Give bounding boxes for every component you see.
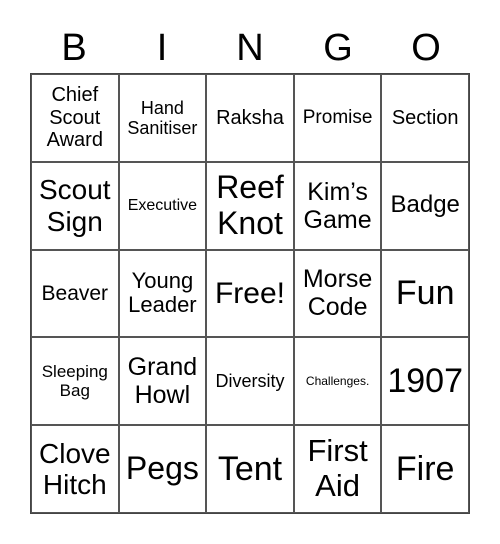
bingo-cell[interactable]: Beaver bbox=[31, 249, 119, 338]
bingo-cell[interactable]: Hand Sanitiser bbox=[118, 74, 207, 162]
bingo-cell[interactable]: Scout Sign bbox=[31, 161, 119, 250]
bingo-cell[interactable]: Clove Hitch bbox=[31, 425, 119, 513]
bingo-cell[interactable]: 1907 bbox=[381, 337, 469, 426]
header-letter-b: B bbox=[61, 27, 87, 69]
bingo-cell[interactable]: Grand Howl bbox=[118, 337, 207, 426]
bingo-cell-free[interactable]: Free! bbox=[206, 249, 294, 338]
bingo-cell[interactable]: Section bbox=[381, 74, 469, 162]
header-letter-n: N bbox=[236, 27, 264, 69]
bingo-cell[interactable]: Tent bbox=[206, 425, 294, 513]
bingo-cell[interactable]: Kim’s Game bbox=[293, 161, 382, 250]
header-letter-i: I bbox=[156, 27, 168, 69]
bingo-cell[interactable]: Badge bbox=[381, 161, 469, 250]
bingo-header: B I N G O bbox=[30, 26, 470, 70]
bingo-cell[interactable]: Promise bbox=[293, 74, 382, 162]
bingo-cell[interactable]: Diversity bbox=[206, 337, 294, 426]
bingo-cell[interactable]: Raksha bbox=[206, 74, 294, 162]
bingo-cell[interactable]: Sleeping Bag bbox=[31, 337, 119, 426]
bingo-cell[interactable]: Reef Knot bbox=[206, 161, 294, 250]
bingo-cell[interactable]: Morse Code bbox=[293, 249, 382, 338]
bingo-cell[interactable]: Executive bbox=[118, 161, 207, 250]
bingo-grid: Chief Scout Award Hand Sanitiser Raksha … bbox=[30, 73, 470, 514]
bingo-cell[interactable]: Young Leader bbox=[118, 249, 207, 338]
header-letter-o: O bbox=[411, 27, 441, 69]
bingo-cell[interactable]: Fire bbox=[381, 425, 469, 513]
bingo-cell[interactable]: Pegs bbox=[118, 425, 207, 513]
header-letter-g: G bbox=[323, 27, 353, 69]
bingo-cell[interactable]: Chief Scout Award bbox=[31, 74, 119, 162]
bingo-cell[interactable]: Challenges. bbox=[293, 337, 382, 426]
bingo-cell[interactable]: First Aid bbox=[293, 425, 382, 513]
bingo-cell[interactable]: Fun bbox=[381, 249, 469, 338]
